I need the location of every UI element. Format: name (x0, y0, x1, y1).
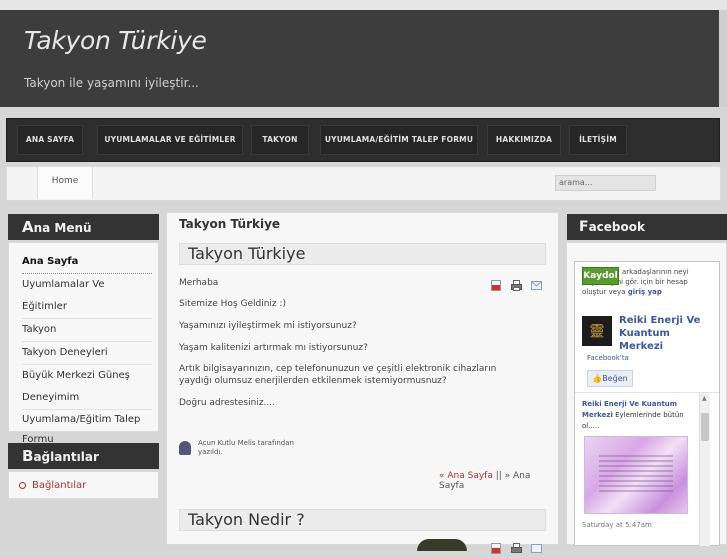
article-pager: « Ana Sayfa || » Ana Sayfa (439, 471, 531, 491)
email-icon[interactable] (531, 276, 542, 290)
site-slogan: Takyon ile yaşamını iyileştir... (24, 76, 199, 90)
menu-item-uyumlamalar[interactable]: Uyumlamalar Ve Eğitimler (22, 274, 152, 319)
main-menu-heading: Ana Menü (8, 214, 159, 240)
post-image-text (599, 455, 673, 495)
article-paragraph: Doğru adrestesiniz.... (179, 398, 275, 408)
breadcrumb-home[interactable]: Home (37, 167, 93, 199)
article-paragraph: Yaşamınızı iyileştirmek mi istiyorsunuz? (179, 321, 357, 331)
scroll-thumb[interactable] (701, 413, 709, 441)
breadcrumb-bar: Home arama... (6, 166, 721, 201)
article-paragraph: Sitemize Hoş Geldiniz :) (179, 299, 287, 309)
facebook-post-time: Saturday at 5:47am (582, 521, 652, 529)
main-navigation: ANA SAYFA UYUMLAMALAR VE EĞİTİMLER TAKYO… (6, 118, 720, 162)
article-paragraph: Merhaba (179, 278, 219, 288)
article-title-2[interactable]: Takyon Nedir ? (179, 509, 546, 531)
menu-item-buyuk-merkezi-gunes[interactable]: Büyük Merkezi Güneş (22, 365, 152, 387)
menu-item-ana-sayfa[interactable]: Ana Sayfa (22, 251, 152, 274)
article-paragraph: Yaşam kalitenizi artırmak mı istiyorsunu… (179, 343, 368, 353)
page-logo[interactable]: 靈 (582, 316, 612, 346)
main-menu: Ana Sayfa Uyumlamalar Ve Eğitimler Takyo… (8, 242, 159, 445)
facebook-panel: arkadaşlarının neyi beğendiğini gör. içi… (566, 242, 727, 546)
signup-button[interactable]: Kaydol (582, 267, 619, 285)
menu-item-takyon-deneyleri[interactable]: Takyon Deneyleri (22, 342, 152, 365)
nav-item-uyumlamalar[interactable]: UYUMLAMALAR VE EĞİTİMLER (97, 125, 243, 155)
like-button[interactable]: 👍Beğen (587, 370, 633, 387)
site-header: Takyon Türkiye Takyon ile yaşamını iyile… (0, 10, 727, 107)
login-link[interactable]: giriş yap (628, 288, 662, 296)
article-title[interactable]: Takyon Türkiye (179, 243, 546, 265)
thumbs-up-icon: 👍 (592, 374, 603, 383)
facebook-scrollbar[interactable]: ▲ (699, 393, 710, 546)
nav-item-talep-formu[interactable]: UYUMLAMA/EĞİTİM TALEP FORMU (320, 125, 478, 155)
page-title: Takyon Türkiye (179, 217, 281, 231)
pager-prev-link[interactable]: « Ana Sayfa (439, 471, 493, 481)
menu-item-takyon[interactable]: Takyon (22, 319, 152, 342)
facebook-heading: Facebook (567, 214, 727, 240)
article-tools-2 (491, 539, 545, 554)
print-icon[interactable] (511, 276, 522, 291)
search-input[interactable]: arama... (555, 175, 656, 191)
facebook-page-name[interactable]: Reiki Enerji Ve Kuantum Merkezi (619, 314, 709, 353)
facebook-post-image[interactable] (584, 436, 688, 514)
article-image (417, 539, 467, 551)
facebook-post-text: Reiki Enerji Ve Kuantum Merkezi Eylemler… (582, 400, 684, 430)
nav-item-iletisim[interactable]: İLETİŞİM (569, 125, 627, 155)
bullet-icon (19, 481, 26, 489)
scroll-up-icon[interactable]: ▲ (702, 395, 707, 402)
links-box: Bağlantılar (8, 471, 159, 499)
author-avatar-icon (179, 441, 191, 455)
nav-item-hakkimizda[interactable]: HAKKIMIZDA (487, 125, 561, 155)
nav-item-ana-sayfa[interactable]: ANA SAYFA (17, 125, 83, 155)
nav-item-takyon[interactable]: TAKYON (251, 125, 309, 155)
top-strip (0, 0, 727, 10)
site-title[interactable]: Takyon Türkiye (24, 26, 207, 55)
facebook-on-label: Facebook'ta (587, 354, 629, 362)
facebook-widget: arkadaşlarının neyi beğendiğini gör. içi… (574, 261, 720, 546)
divider (575, 392, 719, 393)
article-paragraph: Artık bilgisayarınızın, cep telefonunuzu… (179, 364, 497, 386)
main-content: Takyon Türkiye Takyon Türkiye Merhaba Si… (166, 212, 559, 554)
menu-item-deneyimim[interactable]: Deneyimim (22, 387, 152, 410)
link-item-baglantilar[interactable]: Bağlantılar (19, 476, 158, 496)
links-heading: Bağlantılar (8, 443, 159, 469)
